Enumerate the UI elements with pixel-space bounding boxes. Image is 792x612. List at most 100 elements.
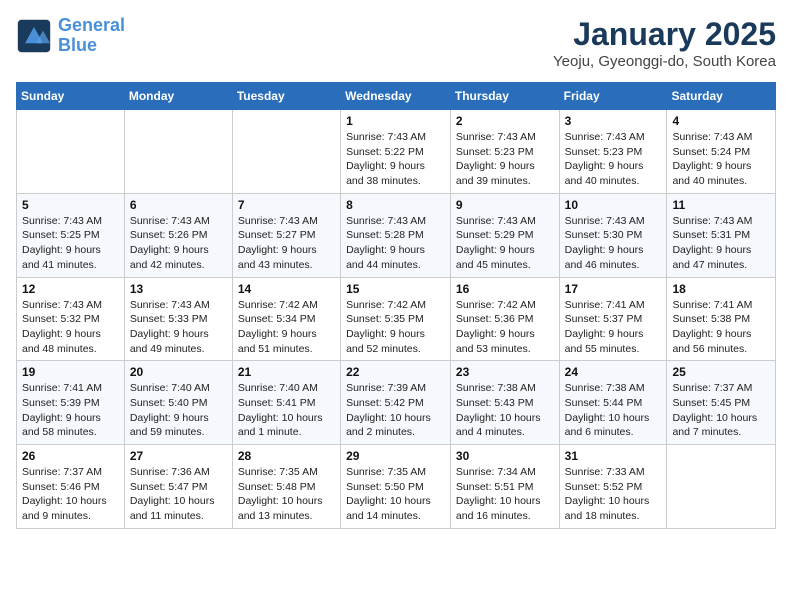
calendar-cell: 13 Sunrise: 7:43 AM Sunset: 5:33 PM Dayli… (124, 277, 232, 361)
day-info: Sunrise: 7:37 AM Sunset: 5:46 PM Dayligh… (22, 465, 119, 524)
calendar-cell: 15 Sunrise: 7:42 AM Sunset: 5:35 PM Dayli… (341, 277, 451, 361)
calendar-cell: 6Sunrise: 7:43 AM Sunset: 5:26 PM Daylig… (124, 193, 232, 277)
calendar-cell: 18Sunrise: 7:41 AM Sunset: 5:38 PM Dayli… (667, 277, 776, 361)
calendar-cell: 30Sunrise: 7:34 AM Sunset: 5:51 PM Dayli… (450, 445, 559, 529)
day-number: 1 (346, 114, 445, 128)
day-info: Sunrise: 7:33 AM Sunset: 5:52 PM Dayligh… (565, 465, 662, 524)
day-number: 31 (565, 449, 662, 463)
weekday-header-thursday: Thursday (450, 83, 559, 110)
day-info: Sunrise: 7:41 AM Sunset: 5:37 PM Dayligh… (565, 298, 662, 357)
calendar-cell (232, 110, 340, 194)
day-info: Sunrise: 7:43 AM Sunset: 5:33 PM Dayligh… (130, 298, 227, 357)
day-number: 23 (456, 365, 554, 379)
weekday-header-wednesday: Wednesday (341, 83, 451, 110)
day-info: Sunrise: 7:43 AM Sunset: 5:30 PM Dayligh… (565, 214, 662, 273)
day-info: Sunrise: 7:42 AM Sunset: 5:35 PM Dayligh… (346, 298, 445, 357)
calendar-header: SundayMondayTuesdayWednesdayThursdayFrid… (17, 83, 776, 110)
calendar-title-area: January 2025 Yeoju, Gyeonggi-do, South K… (553, 16, 776, 70)
day-info: Sunrise: 7:38 AM Sunset: 5:44 PM Dayligh… (565, 381, 662, 440)
calendar-cell: 5Sunrise: 7:43 AM Sunset: 5:25 PM Daylig… (17, 193, 125, 277)
calendar-cell: 2Sunrise: 7:43 AM Sunset: 5:23 PM Daylig… (450, 110, 559, 194)
day-info: Sunrise: 7:40 AM Sunset: 5:41 PM Dayligh… (238, 381, 335, 440)
calendar-week-row: 12 Sunrise: 7:43 AM Sunset: 5:32 PM Dayli… (17, 277, 776, 361)
calendar-cell: 22 Sunrise: 7:39 AM Sunset: 5:42 PM Dayli… (341, 361, 451, 445)
day-number: 25 (672, 365, 770, 379)
day-number: 29 (346, 449, 445, 463)
calendar-cell: 4 Sunrise: 7:43 AM Sunset: 5:24 PM Daylig… (667, 110, 776, 194)
day-info: Sunrise: 7:43 AM Sunset: 5:27 PM Dayligh… (238, 214, 335, 273)
calendar-cell: 21 Sunrise: 7:40 AM Sunset: 5:41 PM Dayli… (232, 361, 340, 445)
calendar-cell: 26 Sunrise: 7:37 AM Sunset: 5:46 PM Dayli… (17, 445, 125, 529)
day-number: 12 (22, 282, 119, 296)
day-number: 15 (346, 282, 445, 296)
calendar-cell: 1 Sunrise: 7:43 AM Sunset: 5:22 PM Daylig… (341, 110, 451, 194)
day-info: Sunrise: 7:43 AM Sunset: 5:25 PM Dayligh… (22, 214, 119, 273)
day-info: Sunrise: 7:43 AM Sunset: 5:32 PM Dayligh… (22, 298, 119, 357)
day-info: Sunrise: 7:43 AM Sunset: 5:24 PM Dayligh… (672, 130, 770, 189)
day-info: Sunrise: 7:43 AM Sunset: 5:28 PM Dayligh… (346, 214, 445, 273)
day-info: Sunrise: 7:40 AM Sunset: 5:40 PM Dayligh… (130, 381, 227, 440)
day-info: Sunrise: 7:42 AM Sunset: 5:34 PM Dayligh… (238, 298, 335, 357)
day-number: 19 (22, 365, 119, 379)
weekday-header-monday: Monday (124, 83, 232, 110)
calendar-cell: 16 Sunrise: 7:42 AM Sunset: 5:36 PM Dayli… (450, 277, 559, 361)
day-number: 21 (238, 365, 335, 379)
calendar-cell: 24 Sunrise: 7:38 AM Sunset: 5:44 PM Dayli… (559, 361, 667, 445)
calendar-cell: 20 Sunrise: 7:40 AM Sunset: 5:40 PM Dayli… (124, 361, 232, 445)
day-number: 14 (238, 282, 335, 296)
day-number: 26 (22, 449, 119, 463)
calendar-cell: 14 Sunrise: 7:42 AM Sunset: 5:34 PM Dayli… (232, 277, 340, 361)
day-info: Sunrise: 7:36 AM Sunset: 5:47 PM Dayligh… (130, 465, 227, 524)
day-number: 27 (130, 449, 227, 463)
day-info: Sunrise: 7:42 AM Sunset: 5:36 PM Dayligh… (456, 298, 554, 357)
day-info: Sunrise: 7:37 AM Sunset: 5:45 PM Dayligh… (672, 381, 770, 440)
day-info: Sunrise: 7:43 AM Sunset: 5:23 PM Dayligh… (565, 130, 662, 189)
day-number: 22 (346, 365, 445, 379)
weekday-header-tuesday: Tuesday (232, 83, 340, 110)
day-number: 30 (456, 449, 554, 463)
day-info: Sunrise: 7:39 AM Sunset: 5:42 PM Dayligh… (346, 381, 445, 440)
calendar-body: 1 Sunrise: 7:43 AM Sunset: 5:22 PM Daylig… (17, 110, 776, 529)
calendar-week-row: 5Sunrise: 7:43 AM Sunset: 5:25 PM Daylig… (17, 193, 776, 277)
day-info: Sunrise: 7:41 AM Sunset: 5:38 PM Dayligh… (672, 298, 770, 357)
weekday-header-saturday: Saturday (667, 83, 776, 110)
calendar-cell: 7Sunrise: 7:43 AM Sunset: 5:27 PM Daylig… (232, 193, 340, 277)
calendar-cell: 23Sunrise: 7:38 AM Sunset: 5:43 PM Dayli… (450, 361, 559, 445)
calendar-cell: 29 Sunrise: 7:35 AM Sunset: 5:50 PM Dayli… (341, 445, 451, 529)
day-number: 16 (456, 282, 554, 296)
calendar-cell: 3 Sunrise: 7:43 AM Sunset: 5:23 PM Daylig… (559, 110, 667, 194)
day-info: Sunrise: 7:41 AM Sunset: 5:39 PM Dayligh… (22, 381, 119, 440)
calendar-cell: 9Sunrise: 7:43 AM Sunset: 5:29 PM Daylig… (450, 193, 559, 277)
day-number: 6 (130, 198, 227, 212)
day-number: 20 (130, 365, 227, 379)
day-number: 10 (565, 198, 662, 212)
calendar-cell: 12 Sunrise: 7:43 AM Sunset: 5:32 PM Dayli… (17, 277, 125, 361)
day-info: Sunrise: 7:35 AM Sunset: 5:50 PM Dayligh… (346, 465, 445, 524)
day-info: Sunrise: 7:35 AM Sunset: 5:48 PM Dayligh… (238, 465, 335, 524)
weekday-header-friday: Friday (559, 83, 667, 110)
logo-text: General Blue (58, 16, 125, 56)
calendar-cell (17, 110, 125, 194)
calendar-cell: 17Sunrise: 7:41 AM Sunset: 5:37 PM Dayli… (559, 277, 667, 361)
day-info: Sunrise: 7:43 AM Sunset: 5:23 PM Dayligh… (456, 130, 554, 189)
calendar-table: SundayMondayTuesdayWednesdayThursdayFrid… (16, 82, 776, 529)
page-header: General Blue January 2025 Yeoju, Gyeongg… (16, 16, 776, 70)
calendar-cell: 28 Sunrise: 7:35 AM Sunset: 5:48 PM Dayli… (232, 445, 340, 529)
day-number: 3 (565, 114, 662, 128)
calendar-cell: 25 Sunrise: 7:37 AM Sunset: 5:45 PM Dayli… (667, 361, 776, 445)
day-number: 28 (238, 449, 335, 463)
calendar-title: January 2025 (553, 16, 776, 53)
day-number: 4 (672, 114, 770, 128)
calendar-cell: 10 Sunrise: 7:43 AM Sunset: 5:30 PM Dayli… (559, 193, 667, 277)
day-number: 24 (565, 365, 662, 379)
day-number: 13 (130, 282, 227, 296)
calendar-subtitle: Yeoju, Gyeonggi-do, South Korea (553, 53, 776, 70)
day-info: Sunrise: 7:43 AM Sunset: 5:31 PM Dayligh… (672, 214, 770, 273)
weekday-header-row: SundayMondayTuesdayWednesdayThursdayFrid… (17, 83, 776, 110)
calendar-cell: 31 Sunrise: 7:33 AM Sunset: 5:52 PM Dayli… (559, 445, 667, 529)
logo-icon (16, 18, 52, 54)
logo: General Blue (16, 16, 125, 56)
weekday-header-sunday: Sunday (17, 83, 125, 110)
day-info: Sunrise: 7:43 AM Sunset: 5:22 PM Dayligh… (346, 130, 445, 189)
calendar-cell (124, 110, 232, 194)
